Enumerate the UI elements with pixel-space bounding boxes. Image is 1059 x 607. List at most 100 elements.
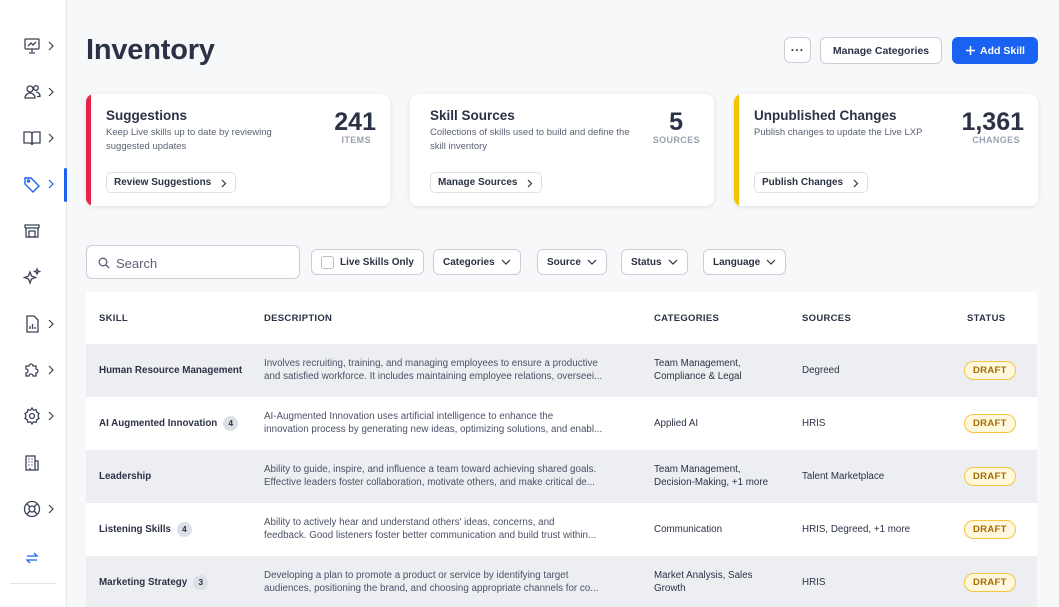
source-filter[interactable]: Source xyxy=(537,249,607,275)
users-icon xyxy=(24,85,41,99)
sidebar-item-skills[interactable] xyxy=(0,164,67,204)
status-filter[interactable]: Status xyxy=(621,249,688,275)
card-unit: ITEMS xyxy=(341,135,371,145)
version-count-badge: 4 xyxy=(176,522,192,537)
description-line: feedback. Good listeners foster better c… xyxy=(264,530,597,541)
card-unit: SOURCES xyxy=(652,135,700,145)
review-suggestions-button[interactable]: Review Suggestions xyxy=(106,172,237,193)
filter-label: Categories xyxy=(443,256,495,268)
language-filter[interactable]: Language xyxy=(703,249,787,275)
skill-name: Human Resource Management xyxy=(99,365,243,376)
filter-label: Status xyxy=(631,256,662,268)
status-badge: DRAFT xyxy=(964,573,1016,592)
manage-sources-button[interactable]: Manage Sources xyxy=(430,172,543,193)
sidebar-item-help[interactable] xyxy=(0,489,67,529)
sources-cell: HRIS xyxy=(802,418,826,429)
skill-name-cell[interactable]: Marketing Strategy 3 xyxy=(99,575,209,590)
skill-name-cell[interactable]: AI Augmented Innovation 4 xyxy=(99,416,239,431)
column-header-skill[interactable]: SKILL xyxy=(99,313,128,324)
chevron-right-icon xyxy=(48,319,54,329)
description-line: Ability to actively hear and understand … xyxy=(264,517,555,528)
sidebar-item-organization[interactable] xyxy=(0,443,67,483)
description-line: Involves recruiting, training, and manag… xyxy=(264,358,598,369)
table-row[interactable]: Marketing Strategy 3 Developing a plan t… xyxy=(86,556,1037,607)
publish-changes-button[interactable]: Publish Changes xyxy=(754,172,869,193)
presentation-icon xyxy=(24,38,40,54)
sidebar-item-settings[interactable] xyxy=(0,396,67,436)
sources-cell: HRIS xyxy=(802,577,826,588)
categories-line: Growth xyxy=(654,583,686,594)
description-line: and satisfied workforce. It includes mai… xyxy=(264,371,603,382)
button-label: Publish Changes xyxy=(762,177,844,188)
table-row[interactable]: AI Augmented Innovation 4 AI-Augmented I… xyxy=(86,397,1037,450)
sidebar-item-ai[interactable] xyxy=(0,257,67,297)
description-cell: Ability to guide, inspire, and influence… xyxy=(264,463,596,489)
skill-name-cell[interactable]: Leadership xyxy=(99,470,151,483)
sources-cell: Degreed xyxy=(802,365,840,376)
tag-icon xyxy=(24,177,40,193)
card-description: Collections of skills used to build and … xyxy=(430,127,630,152)
description-cell: Ability to actively hear and understand … xyxy=(264,516,596,542)
skill-name: AI Augmented Innovation xyxy=(99,418,218,429)
sidebar-item-people[interactable] xyxy=(0,72,67,112)
live-skills-checkbox[interactable] xyxy=(321,255,334,269)
status-badge: DRAFT xyxy=(964,467,1016,486)
column-header-status[interactable]: STATUS xyxy=(967,313,1005,324)
plus-icon xyxy=(966,46,976,55)
categories-cell: Team Management, Compliance & Legal xyxy=(654,357,742,383)
sidebar-item-marketplace[interactable] xyxy=(0,210,67,250)
categories-line: Decision-Making, +1 more xyxy=(654,477,769,488)
categories-cell: Market Analysis, Sales Growth xyxy=(654,569,753,595)
manage-categories-button[interactable]: Manage Categories xyxy=(820,37,942,64)
description-cell: AI-Augmented Innovation uses artificial … xyxy=(264,410,602,436)
description-cell: Developing a plan to promote a product o… xyxy=(264,569,598,595)
sparkles-icon xyxy=(22,267,42,285)
skill-name: Listening Skills xyxy=(99,524,171,535)
categories-cell: Team Management, Decision-Making, +1 mor… xyxy=(654,463,768,489)
puzzle-icon xyxy=(25,363,39,377)
sidebar-item-reports[interactable] xyxy=(0,304,67,344)
sidebar-item-switch[interactable] xyxy=(0,538,67,578)
column-header-categories[interactable]: CATEGORIES xyxy=(654,313,719,324)
live-skills-only-filter[interactable]: Live Skills Only xyxy=(311,249,424,275)
version-count-badge: 3 xyxy=(193,575,209,590)
table-row[interactable]: Listening Skills 4 Ability to actively h… xyxy=(86,503,1037,556)
sidebar-item-learning[interactable] xyxy=(0,118,67,158)
skill-name: Leadership xyxy=(99,471,152,482)
card-title: Unpublished Changes xyxy=(754,108,897,123)
page-title: Inventory xyxy=(86,34,215,66)
chevron-right-icon xyxy=(48,41,54,51)
card-unit: CHANGES xyxy=(972,135,1020,145)
chevron-right-icon xyxy=(48,179,54,189)
description-line: innovation process by generating new ide… xyxy=(264,424,603,435)
chevron-right-icon xyxy=(48,87,54,97)
card-accent xyxy=(734,94,739,206)
sidebar-item-presentations[interactable] xyxy=(0,26,67,66)
add-skill-button[interactable]: Add Skill xyxy=(952,37,1038,64)
categories-cell: Communication xyxy=(654,523,722,536)
description-line: Effective leaders foster collaboration, … xyxy=(264,477,595,488)
column-header-description[interactable]: DESCRIPTION xyxy=(264,313,332,324)
categories-cell: Applied AI xyxy=(654,417,698,430)
more-options-button[interactable]: ··· xyxy=(784,37,811,63)
column-header-sources[interactable]: SOURCES xyxy=(802,313,851,324)
filter-label: Live Skills Only xyxy=(340,256,414,268)
chevron-down-icon xyxy=(668,259,677,265)
sources-cell: HRIS, Degreed, +1 more xyxy=(802,524,911,535)
status-badge: DRAFT xyxy=(964,414,1016,433)
active-indicator xyxy=(64,168,67,202)
table-row[interactable]: Leadership Ability to guide, inspire, an… xyxy=(86,450,1037,503)
description-cell: Involves recruiting, training, and manag… xyxy=(264,357,602,383)
card-count: 241 xyxy=(334,108,376,136)
search-input[interactable] xyxy=(116,253,286,273)
skill-name-cell[interactable]: Human Resource Management xyxy=(99,364,242,377)
sidebar-item-integrations[interactable] xyxy=(0,350,67,390)
skill-name-cell[interactable]: Listening Skills 4 xyxy=(99,522,192,537)
table-row[interactable]: Human Resource Management Involves recru… xyxy=(86,344,1037,397)
card-count: 1,361 xyxy=(961,108,1024,136)
categories-line: Communication xyxy=(654,524,723,535)
categories-filter[interactable]: Categories xyxy=(433,249,521,275)
version-count-badge: 4 xyxy=(223,416,239,431)
categories-line: Team Management, xyxy=(654,358,741,369)
sources-cell: Talent Marketplace xyxy=(802,471,885,482)
